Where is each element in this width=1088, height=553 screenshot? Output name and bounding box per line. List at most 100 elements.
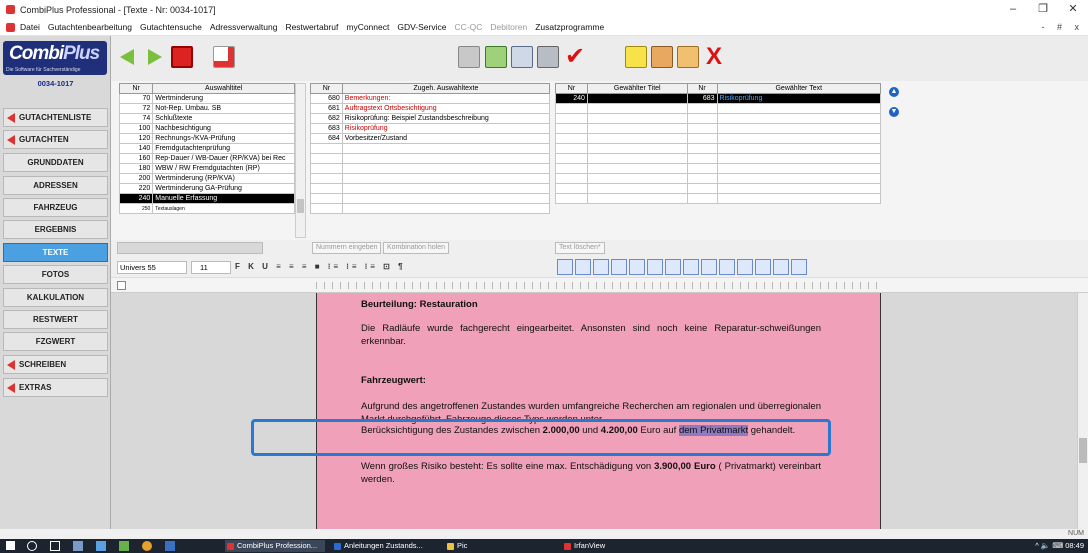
system-tray[interactable]: ^ 🔈 ⌨ 08:49 xyxy=(1035,539,1084,553)
zoom-out-icon[interactable] xyxy=(791,259,807,275)
column-header[interactable]: Nr xyxy=(118,83,154,94)
menu-datei[interactable]: Datei xyxy=(20,22,40,32)
menu-restwertabruf[interactable]: Restwertabruf xyxy=(285,22,338,32)
tool-icon[interactable] xyxy=(647,259,663,275)
cancel-x-icon[interactable]: X xyxy=(701,44,727,70)
save-icon[interactable] xyxy=(169,44,195,70)
nummern-eingeben-button[interactable]: Nummern eingeben xyxy=(312,242,382,254)
sidebar-item-ergebnis[interactable]: ERGEBNIS xyxy=(3,220,108,239)
font-family-select[interactable]: Univers 55 xyxy=(117,261,187,274)
checkmark-icon[interactable]: ✔ xyxy=(562,44,588,70)
menu-zusatzprogramme[interactable]: Zusatzprogramme xyxy=(535,22,604,32)
pinned-app-icon[interactable] xyxy=(119,541,129,551)
back-arrow-icon[interactable] xyxy=(115,44,141,70)
tool-icon[interactable] xyxy=(575,259,591,275)
ruler-scale[interactable] xyxy=(316,282,881,289)
delete-document-icon[interactable] xyxy=(211,44,237,70)
table-row[interactable]: 682 Risikoprüfung: Beispiel Zustandsbesch… xyxy=(310,113,551,124)
menu-gdv-service[interactable]: GDV-Service xyxy=(397,22,446,32)
pinned-app-icon[interactable] xyxy=(96,541,106,551)
table-row-selected[interactable]: 240 683 Risikoprüfung xyxy=(555,93,882,104)
sidebar-item-kalkulation[interactable]: KALKULATION xyxy=(3,288,108,307)
table-row[interactable]: 140 Fremdgutachtenprüfung xyxy=(118,143,295,154)
sidebar-item-extras[interactable]: EXTRAS xyxy=(3,378,108,397)
scroll-thumb[interactable] xyxy=(297,199,304,213)
sidebar-item-restwert[interactable]: RESTWERT xyxy=(3,310,108,329)
table-row[interactable]: 72 Not-Rep. Umbau. SB xyxy=(118,103,295,114)
table-row[interactable]: 684 Vorbesitzer/Zustand xyxy=(310,133,551,144)
add-document-icon[interactable] xyxy=(483,44,509,70)
task-anleitungen[interactable]: Anleitungen Zustands... xyxy=(332,540,437,552)
font-size-select[interactable]: 11 xyxy=(191,261,231,274)
task-combiplus[interactable]: CombiPlus Profession... xyxy=(225,540,325,552)
sidebar-item-fahrzeug[interactable]: FAHRZEUG xyxy=(3,198,108,217)
column-header[interactable]: Nr xyxy=(310,83,343,94)
table-row[interactable]: 74 Schlußtexte xyxy=(118,113,295,124)
tool-icon[interactable] xyxy=(719,259,735,275)
table-row[interactable]: 70 Wertminderung xyxy=(118,93,295,104)
table-row[interactable]: 200 Wertminderung (RP/KVA) xyxy=(118,173,295,184)
tool-icon[interactable] xyxy=(737,259,753,275)
tool-icon[interactable] xyxy=(611,259,627,275)
minimize-button[interactable]: – xyxy=(998,0,1028,19)
kombination-holen-button[interactable]: Kombination holen xyxy=(383,242,449,254)
maximize-button[interactable]: ❐ xyxy=(1028,0,1058,19)
tool-icon[interactable] xyxy=(557,259,573,275)
sidebar-item-texte[interactable]: TEXTE xyxy=(3,243,108,262)
tool-icon[interactable] xyxy=(701,259,717,275)
tool-icon[interactable] xyxy=(755,259,771,275)
table-row[interactable]: 220 Wertminderung GA-Prüfung xyxy=(118,183,295,194)
scroll-thumb[interactable] xyxy=(1079,438,1087,463)
menu-gutachtenbearbeitung[interactable]: Gutachtenbearbeitung xyxy=(48,22,132,32)
chrome-icon[interactable] xyxy=(142,541,152,551)
column-header[interactable]: Nr xyxy=(686,83,718,94)
sidebar-item-grunddaten[interactable]: GRUNDDATEN xyxy=(3,153,108,172)
menu-adressverwaltung[interactable]: Adressverwaltung xyxy=(210,22,278,32)
pinned-app-icon[interactable] xyxy=(165,541,175,551)
table-row[interactable]: 250 Textauslagen xyxy=(118,203,295,214)
table-row[interactable]: 681 Auftragstext Ortsbesichtigung xyxy=(310,103,551,114)
table-row[interactable]: 120 Rechnungs-/KVA-Prüfung xyxy=(118,133,295,144)
document-page[interactable]: Beurteilung: Restauration Die Radläufe w… xyxy=(316,293,881,529)
tool-icon[interactable] xyxy=(665,259,681,275)
table-row[interactable]: 180 WBW / RW Fremdgutachten (RP) xyxy=(118,163,295,174)
menu-gutachtensuche[interactable]: Gutachtensuche xyxy=(140,22,202,32)
mdi-window-controls[interactable]: - # x xyxy=(1041,19,1084,36)
pinned-app-icon[interactable] xyxy=(73,541,83,551)
camera-icon[interactable] xyxy=(456,44,482,70)
column-header[interactable]: Gewählter Text xyxy=(716,83,882,94)
table-row[interactable]: 680 Bemerkungen: xyxy=(310,93,551,104)
format-buttons[interactable]: F K U ≡ ≡ ≡ ■ ⁝≡ ⁝≡ ⁝≡ ⊡ ¶ xyxy=(235,262,406,271)
menu-myconnect[interactable]: myConnect xyxy=(346,22,389,32)
task-pic[interactable]: Pic xyxy=(445,540,485,552)
mdi-app-icon[interactable] xyxy=(6,22,15,32)
table-row[interactable]: 683 Risikoprüfung xyxy=(310,123,551,134)
task-irfanview[interactable]: IrfanView xyxy=(562,540,622,552)
sidebar-item-schreiben[interactable]: SCHREIBEN xyxy=(3,355,108,374)
zoom-in-icon[interactable] xyxy=(773,259,789,275)
close-button[interactable]: ✕ xyxy=(1058,0,1088,19)
sidebar-item-adressen[interactable]: ADRESSEN xyxy=(3,176,108,195)
tool-icon[interactable] xyxy=(683,259,699,275)
search-icon[interactable] xyxy=(27,541,37,551)
table-row[interactable]: 100 Nachbesichtigung xyxy=(118,123,295,134)
sidebar-item-gutachten[interactable]: GUTACHTEN xyxy=(3,130,108,149)
folder-icon[interactable] xyxy=(675,44,701,70)
forward-arrow-icon[interactable] xyxy=(141,44,167,70)
task-view-icon[interactable] xyxy=(50,541,60,551)
column-header[interactable]: Auswahltitel xyxy=(152,83,295,94)
table-row-selected[interactable]: 240 Manuelle Erfassung xyxy=(118,193,295,204)
editor-scrollbar[interactable] xyxy=(1077,293,1088,529)
column-header[interactable]: Gewählter Titel xyxy=(586,83,688,94)
windows-start-icon[interactable] xyxy=(6,541,15,550)
print-icon[interactable] xyxy=(535,44,561,70)
sidebar-item-gutachtenliste[interactable]: GUTACHTENLISTE xyxy=(3,108,108,127)
sidebar-item-fzgwert[interactable]: FZGWERT xyxy=(3,332,108,351)
column-header[interactable]: Nr xyxy=(555,83,588,94)
folder-open-icon[interactable] xyxy=(649,44,675,70)
column-header[interactable]: Zugeh. Auswahltexte xyxy=(341,83,551,94)
scrollbar-auswahltitel[interactable] xyxy=(295,83,306,238)
move-down-icon[interactable]: ▼ xyxy=(889,107,899,117)
tab-selector[interactable] xyxy=(117,281,126,290)
edit-note-icon[interactable] xyxy=(623,44,649,70)
